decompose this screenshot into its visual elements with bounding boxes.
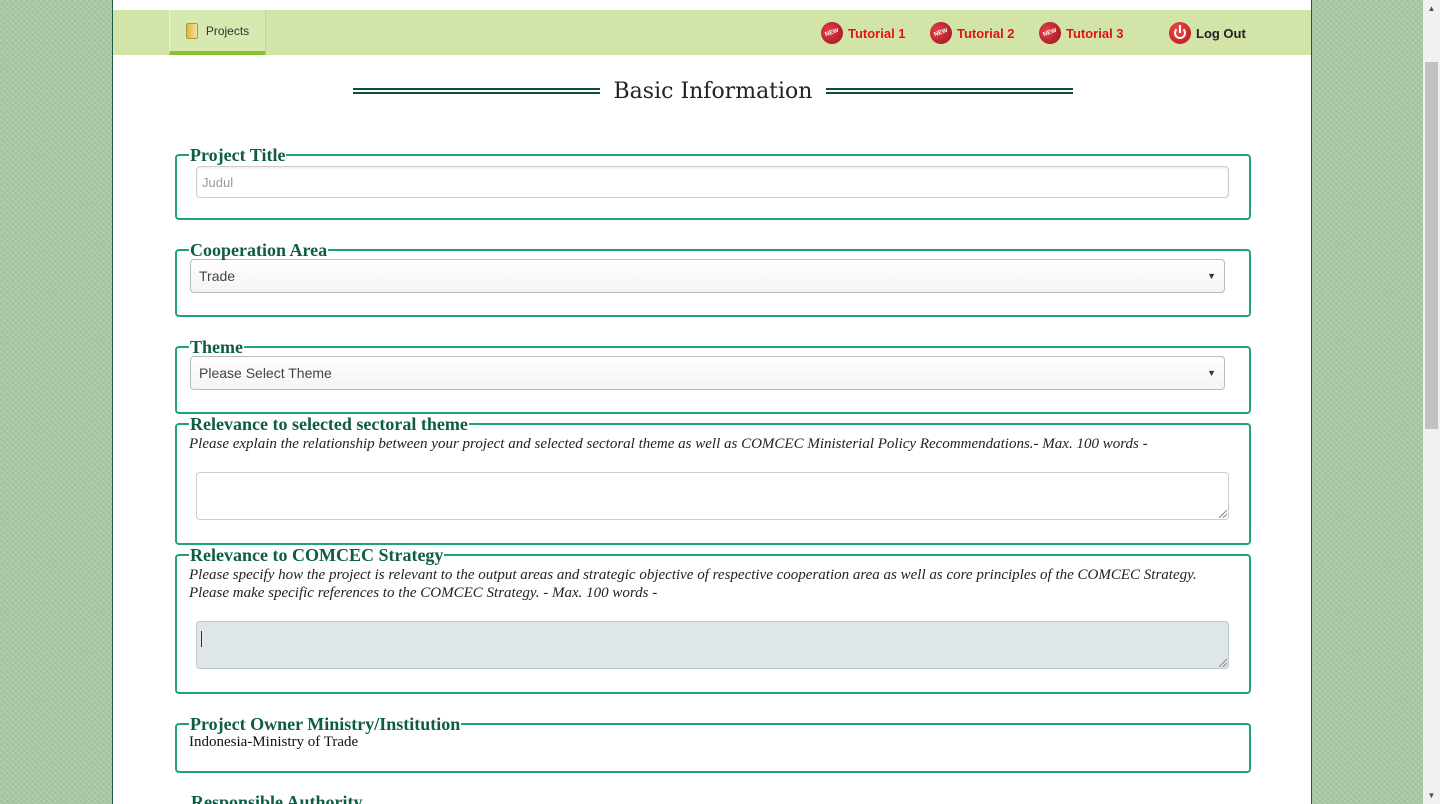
theme-fieldset: Theme Please Select Theme ▼ bbox=[175, 338, 1251, 414]
section-heading: Basic Information bbox=[353, 74, 1073, 108]
resize-grip-icon[interactable] bbox=[1219, 659, 1227, 667]
cooperation-area-fieldset: Cooperation Area Trade ▼ bbox=[175, 241, 1251, 317]
relevance-theme-hint: Please explain the relationship between … bbox=[189, 436, 1148, 452]
relevance-theme-textarea[interactable] bbox=[196, 472, 1229, 520]
logout-button[interactable]: Log Out bbox=[1169, 22, 1246, 44]
cooperation-area-select[interactable]: Trade ▼ bbox=[190, 259, 1225, 293]
owner-legend: Project Owner Ministry/Institution bbox=[190, 714, 461, 734]
owner-value: Indonesia-Ministry of Trade bbox=[189, 734, 359, 750]
text-cursor bbox=[201, 631, 202, 647]
relevance-strategy-legend: Relevance to COMCEC Strategy bbox=[190, 545, 444, 565]
cooperation-area-legend: Cooperation Area bbox=[190, 240, 328, 260]
vertical-scrollbar[interactable]: ▲ ▼ bbox=[1423, 0, 1440, 804]
theme-value: Please Select Theme bbox=[199, 365, 332, 381]
project-title-legend: Project Title bbox=[190, 145, 286, 165]
project-title-input[interactable]: Judul bbox=[196, 166, 1229, 198]
new-badge-icon: NEW bbox=[1035, 18, 1065, 48]
folder-icon bbox=[185, 22, 198, 39]
relevance-strategy-hint: Please specify how the project is releva… bbox=[189, 567, 1197, 601]
page-container: Projects NEW Tutorial 1 NEW Tutorial 2 N… bbox=[112, 0, 1312, 804]
responsible-authority-legend: Responsible Authority bbox=[191, 792, 363, 804]
new-badge-icon: NEW bbox=[926, 18, 956, 48]
navbar: Projects NEW Tutorial 1 NEW Tutorial 2 N… bbox=[113, 10, 1311, 55]
relevance-strategy-textarea[interactable] bbox=[196, 621, 1229, 669]
tutorial-2-label: Tutorial 2 bbox=[957, 25, 1015, 41]
logout-label: Log Out bbox=[1196, 25, 1246, 41]
scroll-thumb[interactable] bbox=[1425, 62, 1438, 429]
project-title-fieldset: Project Title Judul bbox=[175, 146, 1251, 220]
relevance-theme-fieldset: Relevance to selected sectoral theme Ple… bbox=[175, 415, 1251, 545]
theme-legend: Theme bbox=[190, 337, 243, 357]
tutorial-2-link[interactable]: NEW Tutorial 2 bbox=[926, 18, 1015, 48]
relevance-theme-legend: Relevance to selected sectoral theme bbox=[190, 414, 468, 434]
page-title: Basic Information bbox=[613, 78, 813, 104]
top-strip bbox=[113, 0, 1311, 10]
power-icon bbox=[1169, 22, 1191, 44]
tutorial-1-label: Tutorial 1 bbox=[848, 25, 906, 41]
owner-fieldset: Project Owner Ministry/Institution Indon… bbox=[175, 715, 1251, 773]
theme-select[interactable]: Please Select Theme ▼ bbox=[190, 356, 1225, 390]
tutorial-3-label: Tutorial 3 bbox=[1066, 25, 1124, 41]
resize-grip-icon[interactable] bbox=[1219, 510, 1227, 518]
cooperation-area-value: Trade bbox=[199, 268, 236, 284]
heading-rule-left bbox=[353, 88, 600, 94]
tutorial-1-link[interactable]: NEW Tutorial 1 bbox=[817, 18, 906, 48]
tutorial-3-link[interactable]: NEW Tutorial 3 bbox=[1035, 18, 1124, 48]
project-title-placeholder: Judul bbox=[202, 174, 234, 190]
relevance-strategy-fieldset: Relevance to COMCEC Strategy Please spec… bbox=[175, 546, 1251, 694]
new-badge-icon: NEW bbox=[817, 18, 847, 48]
nav-projects-label: Projects bbox=[205, 23, 250, 38]
nav-projects-tab[interactable]: Projects bbox=[169, 10, 266, 55]
heading-rule-right bbox=[826, 88, 1073, 94]
scroll-up-arrow-icon[interactable]: ▲ bbox=[1423, 0, 1440, 17]
chevron-down-icon: ▼ bbox=[1207, 368, 1216, 378]
chevron-down-icon: ▼ bbox=[1207, 271, 1216, 281]
scroll-down-arrow-icon[interactable]: ▼ bbox=[1423, 787, 1440, 804]
